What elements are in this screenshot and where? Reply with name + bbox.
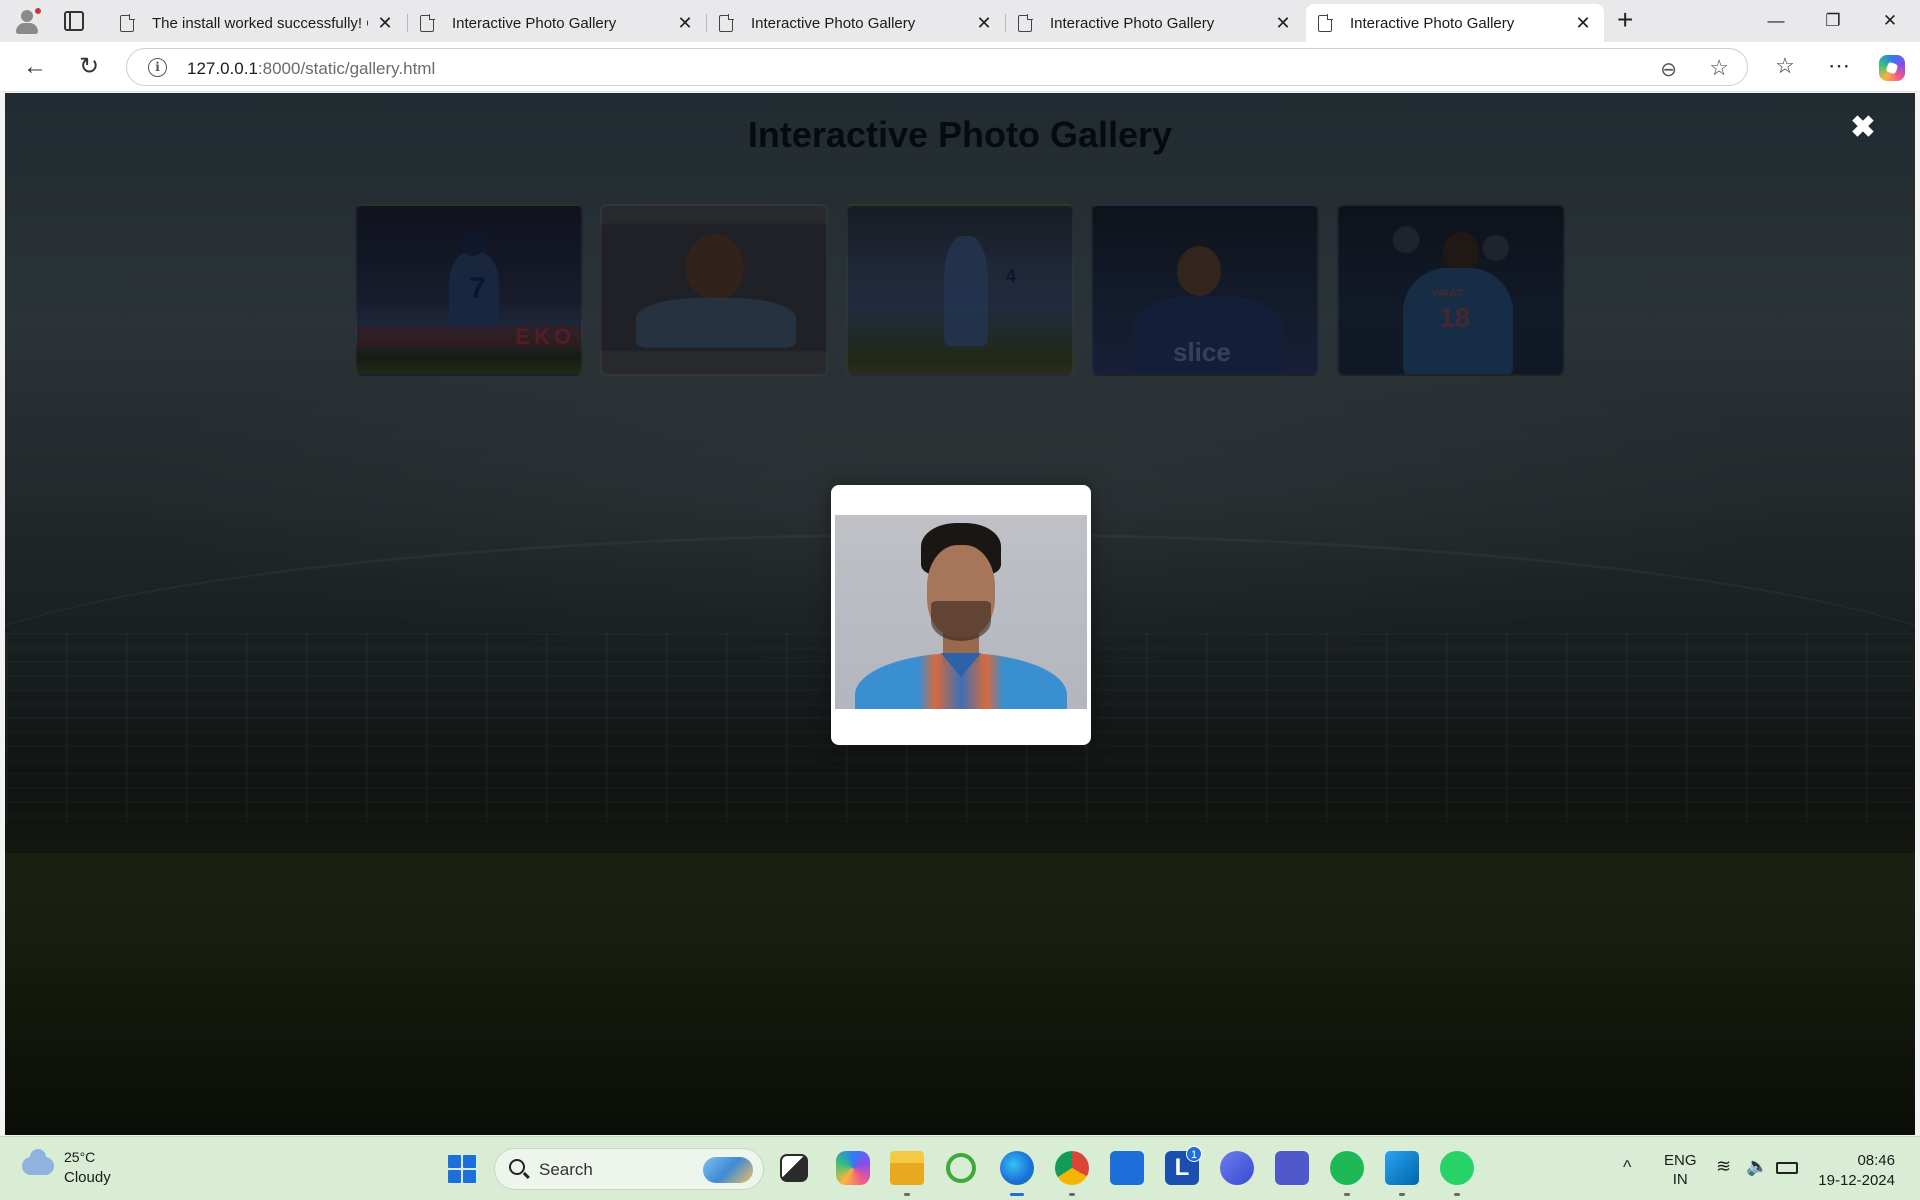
back-icon[interactable]: ← bbox=[20, 52, 50, 82]
spotify-icon[interactable] bbox=[1330, 1151, 1364, 1185]
tab-gallery-2[interactable]: Interactive Photo Gallery ✕ bbox=[707, 4, 1005, 42]
tab-close-icon[interactable]: ✕ bbox=[1274, 13, 1292, 34]
volume-icon[interactable]: 🔈 bbox=[1746, 1156, 1768, 1177]
page-icon bbox=[1018, 13, 1033, 32]
zoom-out-icon[interactable]: ⊖ bbox=[1660, 57, 1677, 82]
tab-title: Interactive Photo Gallery bbox=[1050, 14, 1215, 32]
page-icon bbox=[1318, 13, 1333, 32]
weather-condition: Cloudy bbox=[64, 1169, 111, 1186]
url-text[interactable]: 127.0.0.1:8000/static/gallery.html bbox=[187, 59, 435, 79]
modal-image bbox=[835, 515, 1087, 709]
tab-strip: The install worked successfully! Co ✕ In… bbox=[0, 0, 1920, 42]
chrome-icon[interactable] bbox=[1055, 1151, 1089, 1185]
notification-dot bbox=[34, 7, 42, 15]
weather-widget[interactable]: 25°C Cloudy bbox=[22, 1149, 142, 1189]
new-tab-button[interactable]: + bbox=[1617, 6, 1633, 34]
page-icon bbox=[719, 13, 734, 32]
copilot-icon[interactable] bbox=[1879, 55, 1905, 81]
search-highlight-icon bbox=[703, 1157, 753, 1183]
minimize-button[interactable]: — bbox=[1756, 6, 1796, 36]
page-icon bbox=[120, 13, 135, 32]
tab-actions-icon[interactable] bbox=[64, 11, 84, 31]
cloud-icon bbox=[22, 1149, 54, 1175]
modal-close-icon[interactable]: ✖ bbox=[1848, 113, 1878, 143]
info-icon[interactable]: i bbox=[148, 58, 167, 77]
region-code: IN bbox=[1672, 1171, 1688, 1188]
tab-gallery-3[interactable]: Interactive Photo Gallery ✕ bbox=[1006, 4, 1304, 42]
tab-close-icon[interactable]: ✕ bbox=[1574, 13, 1592, 34]
tab-title: The install worked successfully! Co bbox=[152, 14, 368, 32]
show-hidden-icons-icon[interactable]: ^ bbox=[1623, 1157, 1631, 1178]
clock-time: 08:46 bbox=[1857, 1152, 1895, 1169]
windows-start-icon[interactable] bbox=[448, 1155, 476, 1183]
tab-close-icon[interactable]: ✕ bbox=[376, 13, 394, 34]
profile-avatar-icon[interactable] bbox=[12, 6, 42, 36]
copilot-app-icon[interactable] bbox=[836, 1151, 870, 1185]
page-icon bbox=[420, 13, 435, 32]
browser-toolbar: ← ↻ i 127.0.0.1:8000/static/gallery.html… bbox=[0, 42, 1920, 92]
system-clock[interactable]: 08:46 19-12-2024 bbox=[1815, 1151, 1895, 1191]
refresh-icon[interactable]: ↻ bbox=[74, 52, 104, 82]
page-viewport: Interactive Photo Gallery 7 EKO 4 slice … bbox=[5, 93, 1915, 1135]
search-icon bbox=[509, 1159, 525, 1175]
favorite-star-icon[interactable]: ☆ bbox=[1709, 55, 1729, 81]
language-code: ENG bbox=[1664, 1152, 1697, 1169]
microsoft-store-icon[interactable] bbox=[1110, 1151, 1144, 1185]
address-bar[interactable]: i 127.0.0.1:8000/static/gallery.html ⊖ ☆ bbox=[126, 48, 1748, 86]
edge-icon[interactable] bbox=[1000, 1151, 1034, 1185]
language-indicator[interactable]: ENG IN bbox=[1664, 1151, 1697, 1189]
url-path: :8000/static/gallery.html bbox=[257, 59, 436, 78]
tab-close-icon[interactable]: ✕ bbox=[676, 13, 694, 34]
more-icon[interactable]: ⋯ bbox=[1824, 53, 1854, 79]
battery-icon[interactable] bbox=[1776, 1162, 1798, 1174]
url-host: 127.0.0.1 bbox=[187, 59, 258, 78]
weather-temp: 25°C bbox=[64, 1149, 96, 1165]
taskbar-search[interactable]: Search bbox=[494, 1148, 764, 1190]
tab-close-icon[interactable]: ✕ bbox=[975, 13, 993, 34]
tab-title: Interactive Photo Gallery bbox=[452, 14, 617, 32]
triangle-app-icon[interactable] bbox=[1220, 1151, 1254, 1185]
notification-badge: 1 bbox=[1186, 1146, 1202, 1162]
search-label: Search bbox=[539, 1160, 593, 1179]
taskbar: 25°C Cloudy Search L 1 ^ ENG IN ≋ 🔈 08:4… bbox=[0, 1136, 1920, 1200]
circle-app-icon[interactable] bbox=[946, 1153, 976, 1183]
image-modal bbox=[831, 485, 1091, 745]
tab-install-worked[interactable]: The install worked successfully! Co ✕ bbox=[108, 4, 406, 42]
teams-icon[interactable] bbox=[1275, 1151, 1309, 1185]
vscode-icon[interactable] bbox=[1385, 1151, 1419, 1185]
restore-button[interactable]: ❐ bbox=[1813, 6, 1853, 36]
whatsapp-icon[interactable] bbox=[1440, 1151, 1474, 1185]
window-close-button[interactable]: ✕ bbox=[1870, 6, 1910, 36]
tab-title: Interactive Photo Gallery bbox=[751, 14, 916, 32]
tab-title: Interactive Photo Gallery bbox=[1350, 14, 1515, 32]
favorites-icon[interactable]: ☆ bbox=[1770, 53, 1800, 79]
wifi-icon[interactable]: ≋ bbox=[1716, 1156, 1731, 1177]
tab-gallery-1[interactable]: Interactive Photo Gallery ✕ bbox=[408, 4, 706, 42]
clock-date: 19-12-2024 bbox=[1818, 1172, 1895, 1189]
task-view-icon[interactable] bbox=[780, 1154, 808, 1182]
file-explorer-icon[interactable] bbox=[890, 1151, 924, 1185]
tab-gallery-active[interactable]: Interactive Photo Gallery ✕ bbox=[1306, 4, 1604, 42]
